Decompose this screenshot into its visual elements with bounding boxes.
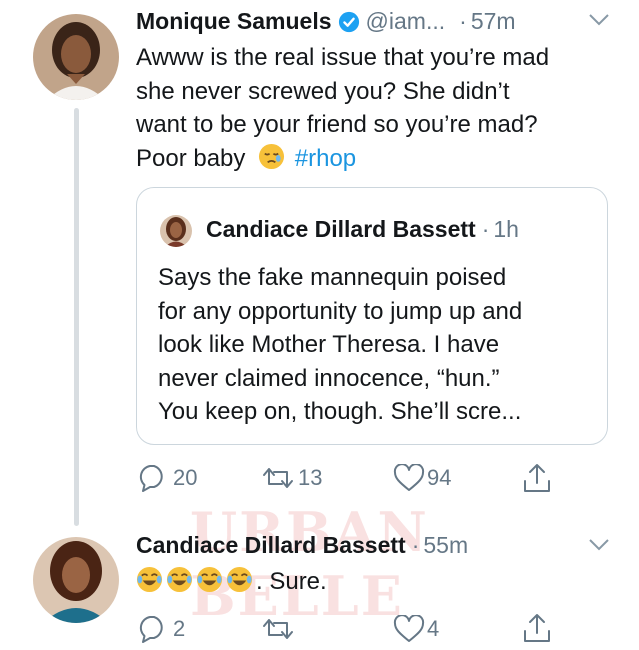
share-icon (522, 462, 552, 494)
separator-dot: · (459, 8, 467, 34)
avatar-monique[interactable] (33, 14, 119, 100)
face-with-tears-of-joy-icon (166, 566, 193, 593)
heart-icon (393, 464, 425, 492)
heart-icon (393, 615, 425, 643)
timestamp[interactable]: 55m (423, 532, 468, 559)
author-name[interactable]: Candiace Dillard Bassett (136, 532, 406, 559)
separator-dot: · (411, 532, 420, 558)
author-handle[interactable]: @iam... (366, 8, 446, 35)
tweet-line-text: Poor baby (136, 144, 246, 172)
quote-line: for any opportunity to jump up and (158, 297, 523, 325)
retweet-button[interactable]: 13 (258, 464, 322, 492)
reply-button[interactable]: 2 (137, 615, 185, 643)
reply-count: 20 (173, 465, 198, 490)
quote-body: Says the fake mannequin poised for any o… (158, 261, 522, 429)
hashtag-link[interactable]: #rhop (295, 145, 356, 172)
reply-icon (137, 464, 167, 492)
quote-line: look like Mother Theresa. I have (158, 331, 500, 358)
share-button[interactable] (522, 612, 552, 644)
tweet-header: Candiace Dillard Bassett · 55m (136, 532, 468, 559)
like-button[interactable]: 4 (393, 615, 439, 643)
tweet-text: . Sure. (256, 568, 327, 595)
reply-count: 2 (173, 616, 186, 641)
quote-line: never claimed innocence, “hun.” (158, 364, 500, 392)
separator-dot: · (481, 216, 490, 242)
quote-line: Says the fake mannequin poised (158, 264, 507, 291)
chevron-down-icon[interactable] (588, 13, 610, 32)
like-count: 94 (427, 465, 452, 490)
like-count: 4 (427, 616, 440, 641)
avatar-candiace[interactable] (33, 537, 119, 623)
retweet-icon (258, 615, 298, 643)
retweet-count: 13 (298, 465, 323, 490)
reply-icon (137, 615, 167, 643)
face-with-tears-of-joy-icon (226, 566, 253, 593)
tweet-line: Poor baby #rhop (136, 142, 549, 176)
quote-avatar-candiace[interactable] (160, 215, 192, 247)
verified-badge-icon (338, 11, 360, 33)
sleepy-face-icon (258, 143, 285, 170)
retweet-button[interactable] (258, 615, 304, 643)
tweet-body: . Sure. (136, 565, 327, 598)
tweet-header: Monique Samuels @iam... · 57m (136, 8, 516, 35)
watermark: URBAN BELLE (190, 500, 429, 628)
author-name[interactable]: Monique Samuels (136, 8, 332, 35)
tweet-line: want to be your friend so you’re mad? (136, 111, 538, 138)
chevron-down-icon[interactable] (588, 538, 610, 557)
face-with-tears-of-joy-icon (196, 566, 223, 593)
face-with-tears-of-joy-icon (136, 566, 163, 593)
like-button[interactable]: 94 (393, 464, 451, 492)
retweet-icon (258, 464, 298, 492)
thread-connector-line (74, 108, 79, 526)
quote-header: Candiace Dillard Bassett · 1h (206, 216, 519, 243)
tweet-line: Awww is the real issue that you’re mad (136, 44, 550, 71)
share-icon (522, 612, 552, 644)
quote-line: You keep on, though. She’ll scre... (158, 398, 522, 425)
tweet-body: Awww is the real issue that you’re mad s… (136, 41, 549, 175)
tweet-line: she never screwed you? She didn’t (136, 77, 510, 105)
timestamp[interactable]: 57m (471, 8, 516, 35)
reply-button[interactable]: 20 (137, 464, 197, 492)
quote-author-name[interactable]: Candiace Dillard Bassett (206, 216, 476, 243)
share-button[interactable] (522, 462, 552, 494)
quote-timestamp[interactable]: 1h (493, 216, 519, 243)
